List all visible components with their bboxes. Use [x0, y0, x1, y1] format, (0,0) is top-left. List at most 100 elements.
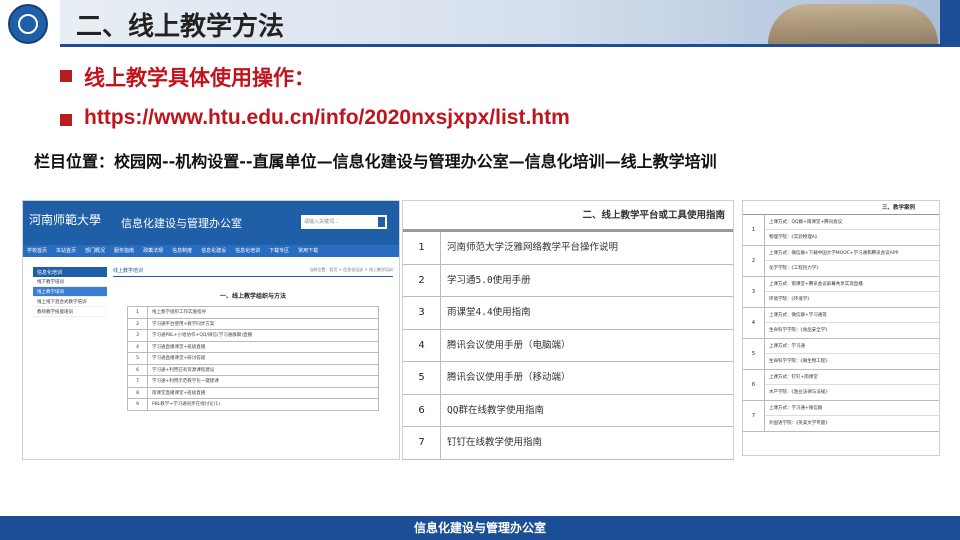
- website-search-input[interactable]: 请输入关键词...: [301, 215, 387, 229]
- nav-item[interactable]: 下载专区: [269, 245, 289, 257]
- row-link[interactable]: 雨课堂4.4使用指南: [441, 297, 531, 329]
- nav-item[interactable]: 信息化培训: [235, 245, 260, 257]
- platform-guide-table: 二、线上教学平台或工具使用指南 1 河南师范大学泛雅网络教学平台操作说明 2 学习通5…: [402, 200, 734, 460]
- case-lines: 上课方式：QQ群+雨课堂+腾讯会议 物理学院：《实验物理A》: [765, 215, 939, 245]
- table-row[interactable]: 1 线上教学组织工作实施指导: [127, 307, 379, 319]
- table-row[interactable]: 8 雨课堂直播课堂+班级直播: [127, 387, 379, 399]
- case-lines: 上课方式：学习通+微信群 外国语学院：《英美文学专题》: [765, 401, 939, 431]
- nav-item[interactable]: 部门概况: [85, 245, 105, 257]
- case-group: 5 上课方式：学习通 生命科学学院：《微生物工程》: [743, 339, 939, 370]
- table-row[interactable]: 2 学习通5.0使用手册: [403, 264, 733, 297]
- table-row[interactable]: 9 PBL教学+学习通同步在线讨论(1): [127, 399, 379, 411]
- case-lines: 上课方式：微信群+学习通等 生命科学学院：《食品安全学》: [765, 308, 939, 338]
- case-line[interactable]: 上课方式：钉钉+雨课堂: [765, 370, 939, 385]
- row-link[interactable]: 学习通+利用示范教学包一键建课: [148, 376, 219, 387]
- row-link[interactable]: 学习通PBL+小组协作+QQ/微信(学习通群聊)直播: [148, 330, 252, 341]
- row-link[interactable]: 学习通平台使用+教学同步方案: [148, 319, 214, 330]
- row-link[interactable]: QQ群在线教学使用指南: [441, 395, 544, 427]
- website-logo: 河南师範大學: [29, 213, 102, 227]
- case-line[interactable]: 生命科学学院：《食品安全学》: [765, 323, 939, 338]
- case-line[interactable]: 水产学院：《渔业法律与法规》: [765, 385, 939, 400]
- case-group: 1 上课方式：QQ群+雨课堂+腾讯会议 物理学院：《实验物理A》: [743, 215, 939, 246]
- sidebar-item-active[interactable]: 线上教学培训: [33, 287, 107, 297]
- table-row[interactable]: 1 河南师范大学泛雅网络教学平台操作说明: [403, 232, 733, 265]
- slide-title: 二、线上教学方法: [76, 12, 285, 42]
- sidebar-header: 信息化培训: [33, 267, 107, 277]
- nav-item[interactable]: 服务指南: [114, 245, 134, 257]
- website-screenshot: 河南师範大學 信息化建设与管理办公室 请输入关键词... 学校首页 本站首页 部门概…: [22, 200, 400, 460]
- row-number: 7: [403, 427, 441, 459]
- table-row[interactable]: 4 腾讯会议使用手册（电脑端）: [403, 329, 733, 362]
- nav-item[interactable]: 本站首页: [56, 245, 76, 257]
- row-number: 4: [403, 329, 441, 361]
- table-row[interactable]: 2 学习通平台使用+教学同步方案: [127, 318, 379, 330]
- row-number: 2: [128, 318, 148, 329]
- case-number: 5: [743, 339, 765, 369]
- main-header-title: 线上教学培训: [113, 268, 144, 274]
- table-row[interactable]: 6 QQ群在线教学使用指南: [403, 394, 733, 427]
- case-lines: 上课方式：雨课堂+腾讯会议屏幕共享实现直播 环境学院：《环境学》: [765, 277, 939, 307]
- case-line[interactable]: 化学学院：《工程热力学》: [765, 261, 939, 276]
- row-link[interactable]: 钉钉在线教学使用指南: [441, 427, 542, 459]
- row-number: 5: [128, 353, 148, 364]
- row-link[interactable]: 河南师范大学泛雅网络教学平台操作说明: [441, 232, 618, 264]
- nav-item[interactable]: 学校首页: [27, 245, 47, 257]
- case-group: 4 上课方式：微信群+学习通等 生命科学学院：《食品安全学》: [743, 308, 939, 339]
- table-row[interactable]: 5 腾讯会议使用手册（移动端）: [403, 362, 733, 395]
- header-accent-bar: [940, 0, 960, 44]
- table-row[interactable]: 6 学习通+利用已有资源课程建设: [127, 364, 379, 376]
- row-number: 6: [128, 364, 148, 375]
- nav-item[interactable]: 政策法规: [143, 245, 163, 257]
- sidebar-item[interactable]: 教师教学技能培训: [33, 307, 107, 317]
- case-number: 3: [743, 277, 765, 307]
- row-link[interactable]: 学习通+利用已有资源课程建设: [148, 365, 214, 376]
- case-group: 3 上课方式：雨课堂+腾讯会议屏幕共享实现直播 环境学院：《环境学》: [743, 277, 939, 308]
- sidebar-item[interactable]: 线上线下混合式教学培训: [33, 297, 107, 307]
- row-number: 1: [403, 232, 441, 264]
- row-number: 7: [128, 376, 148, 387]
- row-link[interactable]: 腾讯会议使用手册（电脑端）: [441, 330, 571, 362]
- nav-item[interactable]: 信息制度: [172, 245, 192, 257]
- search-icon[interactable]: [377, 216, 386, 228]
- row-link[interactable]: 腾讯会议使用手册（移动端）: [441, 362, 571, 394]
- row-link[interactable]: PBL教学+学习通同步在线讨论(1): [148, 399, 220, 410]
- bullet-square-icon: [60, 114, 72, 126]
- case-line[interactable]: 上课方式：微信群+学习通等: [765, 308, 939, 323]
- bullet-heading: 线上教学具体使用操作：: [84, 66, 315, 90]
- sidebar-item[interactable]: 线下教学培训: [33, 277, 107, 287]
- guide-title: 二、线上教学平台或工具使用指南: [403, 201, 733, 231]
- campus-building-image: [768, 4, 938, 44]
- table-row[interactable]: 5 学习通直播课堂+研讨答疑: [127, 353, 379, 365]
- case-line[interactable]: 上课方式：雨课堂+腾讯会议屏幕共享实现直播: [765, 277, 939, 292]
- table-row[interactable]: 3 雨课堂4.4使用指南: [403, 297, 733, 330]
- case-line[interactable]: 物理学院：《实验物理A》: [765, 230, 939, 245]
- case-line[interactable]: 上课方式：学习通: [765, 339, 939, 354]
- cases-title: 三、教学案例: [743, 201, 939, 215]
- nav-item[interactable]: 信息化建设: [201, 245, 226, 257]
- website-main: 线上教学培训 当前位置：首页 > 信息化培训 > 线上教学培训 一、线上教学组织…: [113, 267, 393, 411]
- case-line[interactable]: 生命科学学院：《微生物工程》: [765, 354, 939, 369]
- case-group: 6 上课方式：钉钉+雨课堂 水产学院：《渔业法律与法规》: [743, 370, 939, 401]
- case-line[interactable]: 环境学院：《环境学》: [765, 292, 939, 307]
- table-row[interactable]: 3 学习通PBL+小组协作+QQ/微信(学习通群聊)直播: [127, 330, 379, 342]
- table-row[interactable]: 7 学习通+利用示范教学包一键建课: [127, 376, 379, 388]
- row-number: 6: [403, 394, 441, 426]
- nav-item[interactable]: 常用下载: [298, 245, 318, 257]
- row-link[interactable]: 学习通直播课堂+班级直播: [148, 342, 205, 353]
- table-row[interactable]: 7 钉钉在线教学使用指南: [403, 427, 733, 460]
- table-row[interactable]: 4 学习通直播课堂+班级直播: [127, 341, 379, 353]
- row-link[interactable]: 学习通直播课堂+研讨答疑: [148, 353, 205, 364]
- row-link[interactable]: 雨课堂直播课堂+班级直播: [148, 388, 205, 399]
- row-link[interactable]: 线上教学组织工作实施指导: [148, 307, 206, 318]
- main-section-title: 一、线上教学组织与方法: [219, 293, 286, 300]
- training-url-link[interactable]: https://www.htu.edu.cn/info/2020nxsjxpx/…: [84, 106, 570, 130]
- university-seal-logo: [8, 4, 48, 44]
- case-lines: 上课方式：钉钉+雨课堂 水产学院：《渔业法律与法规》: [765, 370, 939, 400]
- row-link[interactable]: 学习通5.0使用手册: [441, 265, 531, 297]
- slide-header: 二、线上教学方法: [0, 0, 960, 48]
- case-line[interactable]: 上课方式：QQ群+雨课堂+腾讯会议: [765, 215, 939, 230]
- row-number: 3: [128, 330, 148, 341]
- case-line[interactable]: 外国语学院：《英美文学专题》: [765, 416, 939, 431]
- case-line[interactable]: 上课方式：学习通+微信群: [765, 401, 939, 416]
- case-line[interactable]: 上课方式：微信群+下载中国大学MOOC+学习通和腾讯会议APP: [765, 246, 939, 261]
